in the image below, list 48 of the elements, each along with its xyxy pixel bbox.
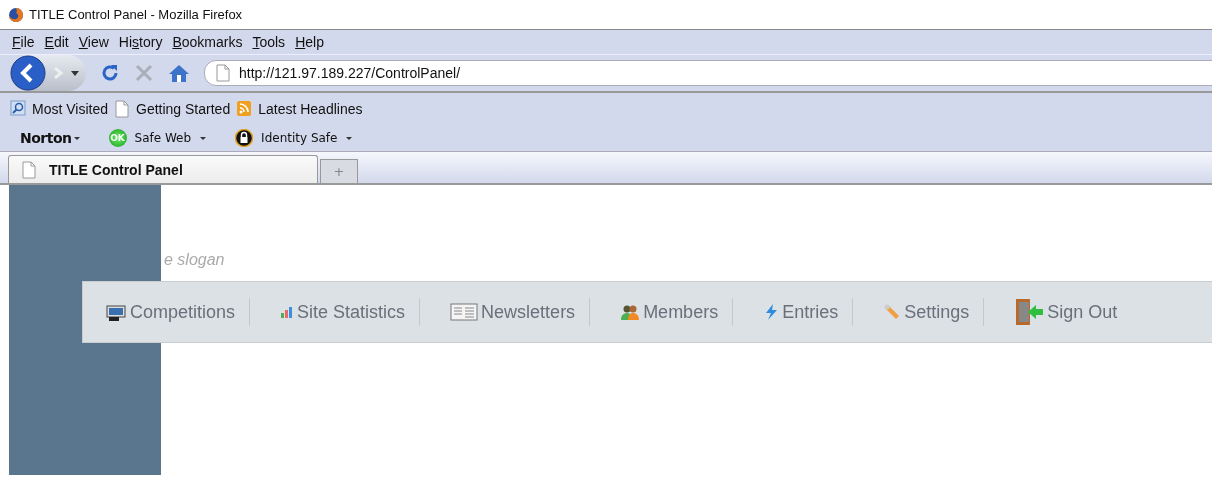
back-forward-drawing[interactable] — [10, 55, 86, 91]
menu-item[interactable]: History — [113, 34, 168, 50]
caret-icon — [345, 134, 354, 142]
page-icon — [215, 64, 231, 82]
caret-icon — [72, 134, 81, 142]
menu-item[interactable]: Tools — [247, 34, 291, 50]
page-icon — [21, 160, 37, 179]
address-field[interactable]: http://121.97.189.227/ControlPanel/ — [204, 60, 1212, 86]
menu-item[interactable]: File — [8, 34, 40, 50]
window-title: TITLE Control Panel - Mozilla Firefox — [29, 7, 243, 22]
monitor-icon — [105, 302, 127, 322]
menu-item[interactable]: Bookmarks — [167, 34, 248, 50]
newspaper-icon — [450, 302, 479, 322]
menu-item[interactable]: Edit — [39, 34, 74, 50]
ok-badge: OK — [108, 129, 127, 147]
nav-link[interactable]: Members — [620, 301, 733, 323]
bar-chart-icon — [280, 305, 295, 319]
menu-item[interactable]: View — [73, 34, 114, 50]
wrench-icon — [883, 303, 902, 321]
caret-icon — [199, 134, 208, 142]
nav-link[interactable]: Sign Out — [1014, 297, 1132, 327]
home-icon — [168, 63, 190, 83]
magnifier-icon — [10, 100, 26, 118]
nav-link[interactable]: Site Statistics — [280, 301, 420, 323]
feed-icon — [236, 100, 253, 118]
menu-item[interactable]: Help — [290, 34, 329, 50]
page-icon — [114, 100, 130, 118]
toolbar-dropdown[interactable]: Safe Web — [134, 131, 192, 145]
nav-link[interactable]: Newsletters — [450, 301, 590, 323]
toolbar-dropdown[interactable]: Identity Safe — [261, 131, 338, 145]
firefox-icon — [8, 6, 24, 23]
bookmark-link[interactable]: Latest Headlines — [258, 101, 363, 117]
nav-link[interactable]: Settings — [883, 301, 984, 323]
dropdown-caret-icon — [70, 68, 80, 78]
browser-tab[interactable]: TITLE Control Panel — [8, 155, 318, 183]
exit-door-icon — [1014, 297, 1045, 327]
bookmark-link[interactable]: Most Visited — [32, 101, 108, 117]
norton-logo[interactable]: Norton — [20, 130, 72, 146]
bookmark-link[interactable]: Getting Started — [136, 101, 231, 117]
site-slogan: e slogan — [164, 251, 225, 269]
lightning-icon — [763, 303, 780, 321]
people-icon — [620, 303, 641, 321]
stop-icon — [134, 63, 154, 83]
back-icon — [10, 55, 46, 91]
nav-link[interactable]: Competitions — [105, 301, 250, 323]
lock-icon — [235, 129, 254, 147]
reload-icon — [100, 63, 120, 83]
nav-link[interactable]: Entries — [763, 301, 853, 323]
